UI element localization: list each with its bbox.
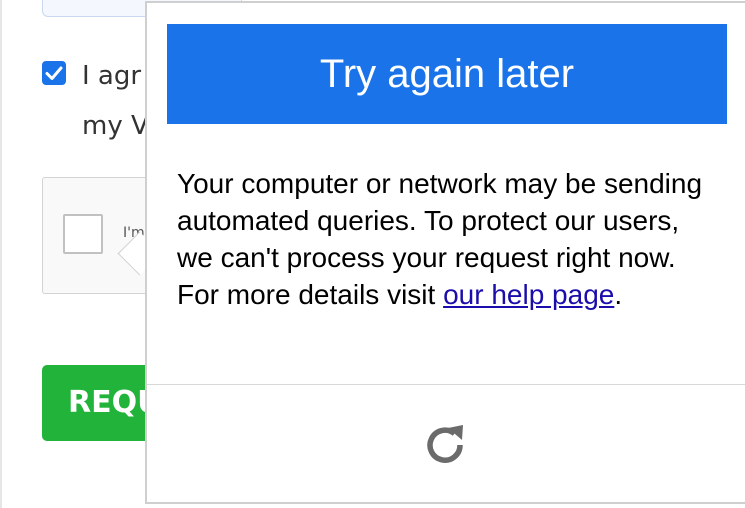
popup-message-text: Your computer or network may be sending … <box>177 168 703 310</box>
page-left-border <box>0 0 2 508</box>
checkmark-icon <box>45 66 63 80</box>
popup-title: Try again later <box>167 24 727 124</box>
popup-divider <box>147 384 745 385</box>
popup-message-end: . <box>614 279 623 310</box>
reload-icon <box>427 425 463 463</box>
recaptcha-checkbox[interactable] <box>63 214 103 254</box>
popup-message: Your computer or network may be sending … <box>177 165 717 313</box>
help-page-link[interactable]: our help page <box>443 279 614 310</box>
reload-button[interactable] <box>421 421 471 471</box>
captcha-error-popup: Try again later Your computer or network… <box>145 1 745 504</box>
agree-checkbox[interactable] <box>42 61 66 85</box>
